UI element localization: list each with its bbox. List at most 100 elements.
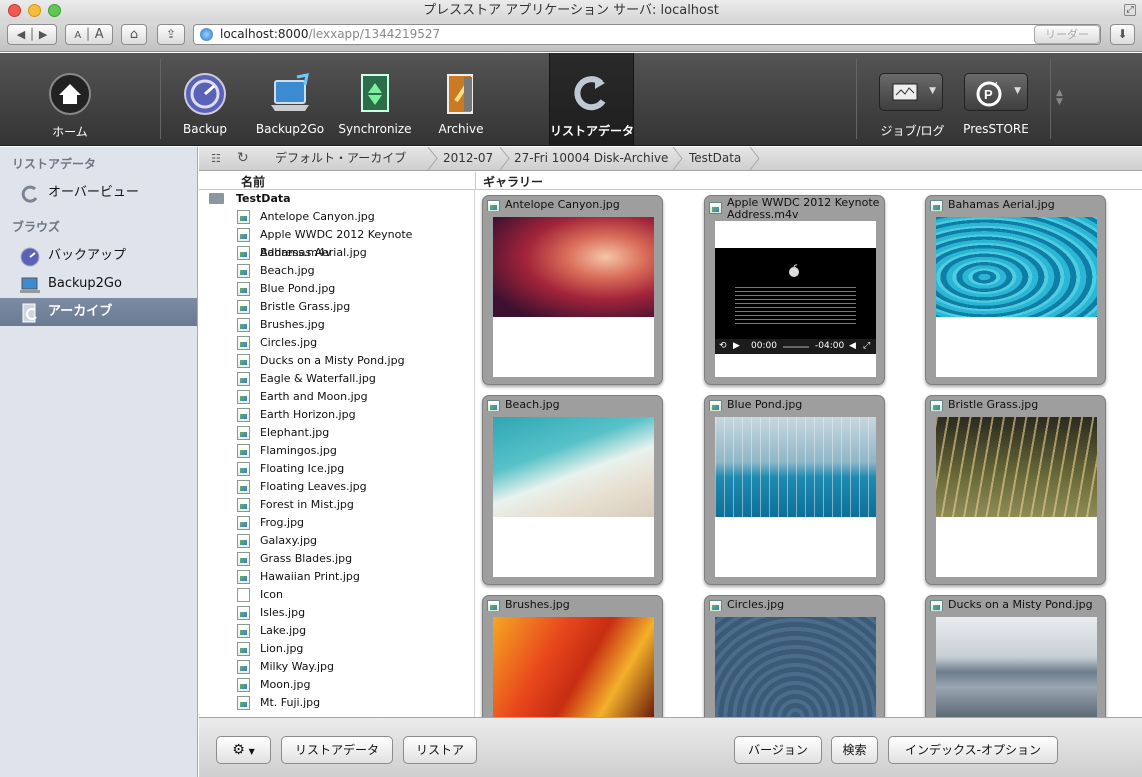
monitor-icon (892, 83, 918, 101)
font-size-buttons[interactable]: A │ A (65, 24, 113, 45)
file-row[interactable]: Lion.jpg (199, 640, 474, 658)
view-mode-icon[interactable]: ☷ (211, 152, 221, 165)
file-row[interactable]: Mt. Fuji.jpg (199, 694, 474, 712)
archive-icon (447, 74, 473, 114)
gallery-card[interactable]: Apple WWDC 2012 Keynote Address.m4v ⟲ ▶ … (704, 195, 885, 385)
file-row[interactable]: Bahamas Aerial.jpg (199, 244, 474, 262)
scrubber[interactable] (783, 346, 809, 348)
font-larger-button[interactable]: A (95, 27, 104, 42)
gallery-column-header[interactable]: ギャラリー (483, 173, 543, 190)
file-row[interactable]: Lake.jpg (199, 622, 474, 640)
name-column-header[interactable]: 名前 (241, 173, 265, 190)
folder-row[interactable]: TestData (199, 190, 474, 208)
index-options-button[interactable]: インデックス-オプション (888, 736, 1058, 764)
restore-data-button[interactable]: リストアデータ (281, 736, 393, 764)
breadcrumb-item[interactable]: TestData (675, 147, 741, 170)
file-row[interactable]: Beach.jpg (199, 262, 474, 280)
back-arrow-icon[interactable]: ◀ (17, 28, 25, 41)
minimize-window-button[interactable] (28, 4, 41, 17)
refresh-icon[interactable]: ↻ (237, 150, 249, 166)
gallery-card[interactable]: Ducks on a Misty Pond.jpg (925, 595, 1106, 717)
sidebar-item-backup[interactable]: バックアップ (0, 242, 197, 270)
file-row[interactable]: Floating Ice.jpg (199, 460, 474, 478)
presstore-dropdown[interactable]: P4 ▼ (964, 73, 1028, 111)
jobs-log-dropdown[interactable]: ▼ (879, 73, 943, 111)
file-row[interactable]: Eagle & Waterfall.jpg (199, 370, 474, 388)
file-row[interactable]: Antelope Canyon.jpg (199, 208, 474, 226)
archive-label: Archive (438, 122, 484, 136)
version-button[interactable]: バージョン (734, 736, 822, 764)
file-row[interactable]: Apple WWDC 2012 Keynote Address.m4v (199, 226, 474, 259)
file-row[interactable]: Elephant.jpg (199, 424, 474, 442)
archive-tool[interactable]: Archive (426, 53, 496, 145)
jobs-log-tool[interactable]: ▼ ジョブ/ログ (870, 53, 955, 145)
video-player[interactable]: ⟲ ▶ 00:00 -04:00 ◀ ⤢ (715, 248, 876, 354)
gallery-card[interactable]: Circles.jpg (704, 595, 885, 717)
file-row[interactable]: Earth and Moon.jpg (199, 388, 474, 406)
backup-tool[interactable]: Backup (170, 53, 240, 145)
breadcrumb-item[interactable]: 2012-07 (429, 147, 493, 170)
video-controls[interactable]: ⟲ ▶ 00:00 -04:00 ◀ ⤢ (715, 339, 876, 354)
fullscreen-icon[interactable]: ⤢ (863, 339, 870, 354)
file-row[interactable]: Circles.jpg (199, 334, 474, 352)
forward-arrow-icon[interactable]: ▶ (39, 28, 47, 41)
card-title-text: Circles.jpg (727, 599, 785, 611)
file-row[interactable]: Grass Blades.jpg (199, 550, 474, 568)
back-forward-buttons[interactable]: ◀ │ ▶ (7, 24, 57, 45)
restore-button[interactable]: リストア (403, 736, 477, 764)
breadcrumb-item[interactable]: 27-Fri 10004 Disk-Archive (500, 147, 668, 170)
file-row[interactable]: Brushes.jpg (199, 316, 474, 334)
file-row[interactable]: Hawaiian Print.jpg (199, 568, 474, 586)
file-row[interactable]: Bristle Grass.jpg (199, 298, 474, 316)
file-row[interactable]: Floating Leaves.jpg (199, 478, 474, 496)
synchronize-tool[interactable]: Synchronize (338, 53, 412, 145)
file-row[interactable]: Forest in Mist.jpg (199, 496, 474, 514)
file-row[interactable]: Ducks on a Misty Pond.jpg (199, 352, 474, 370)
file-row[interactable]: Frog.jpg (199, 514, 474, 532)
reader-button[interactable]: リーダー (1034, 25, 1100, 44)
sidebar-item-backup2go[interactable]: Backup2Go (0, 270, 197, 298)
share-button[interactable]: ⇪ (157, 24, 185, 45)
gallery-card[interactable]: Bristle Grass.jpg (925, 395, 1106, 585)
fullscreen-icon[interactable]: ⤢ (1124, 4, 1136, 16)
zoom-window-button[interactable] (48, 4, 61, 17)
gallery-card[interactable]: Bahamas Aerial.jpg (925, 195, 1106, 385)
backup2go-tool[interactable]: Backup2Go (255, 53, 325, 145)
action-menu-button[interactable]: ⚙ ▼ (216, 736, 271, 764)
gallery-card[interactable]: Beach.jpg (482, 395, 663, 585)
sidebar-item-overview[interactable]: オーバービュー (0, 179, 197, 207)
gallery-card[interactable]: Blue Pond.jpg (704, 395, 885, 585)
gallery-card[interactable]: Antelope Canyon.jpg (482, 195, 663, 385)
image-file-icon (237, 444, 250, 458)
downloads-button[interactable]: ⬇ (1110, 24, 1135, 45)
file-row[interactable]: Flamingos.jpg (199, 442, 474, 460)
file-row[interactable]: Earth Horizon.jpg (199, 406, 474, 424)
address-bar[interactable]: localhost:8000/lexxapp/1344219527 ↻ (193, 24, 1101, 45)
search-button[interactable]: 検索 (831, 736, 878, 764)
font-smaller-button[interactable]: A (74, 30, 81, 41)
volume-icon[interactable]: ◀ (849, 339, 856, 354)
sidebar-item-archive[interactable]: アーカイブ (0, 298, 197, 326)
gallery-card[interactable]: Brushes.jpg (482, 595, 663, 717)
file-row[interactable]: Galaxy.jpg (199, 532, 474, 550)
card-title: Beach.jpg (487, 399, 659, 411)
toolbar-overflow-icon[interactable]: ▲ ▼ (1056, 89, 1063, 107)
close-window-button[interactable] (8, 4, 21, 17)
folder-icon (209, 193, 224, 204)
file-row[interactable]: Icon (199, 586, 474, 604)
rewind-icon[interactable]: ⟲ (719, 339, 727, 354)
restore-data-tool[interactable]: リストアデータ (549, 53, 634, 145)
play-icon[interactable]: ▶ (733, 339, 740, 354)
file-row[interactable]: Isles.jpg (199, 604, 474, 622)
file-row[interactable]: Milky Way.jpg (199, 658, 474, 676)
document-icon (237, 588, 250, 602)
breadcrumb-item[interactable]: デフォルト・アーカイブ (261, 147, 406, 170)
file-row[interactable]: Moon.jpg (199, 676, 474, 694)
home-page-button[interactable]: ⌂ (121, 24, 147, 45)
image-file-icon (237, 570, 250, 584)
file-name: Isles.jpg (260, 606, 306, 619)
file-row[interactable]: Blue Pond.jpg (199, 280, 474, 298)
presstore-tool[interactable]: P4 ▼ PresSTORE (955, 53, 1037, 145)
image-file-icon (237, 624, 250, 638)
home-tool[interactable]: ホーム (30, 53, 110, 145)
